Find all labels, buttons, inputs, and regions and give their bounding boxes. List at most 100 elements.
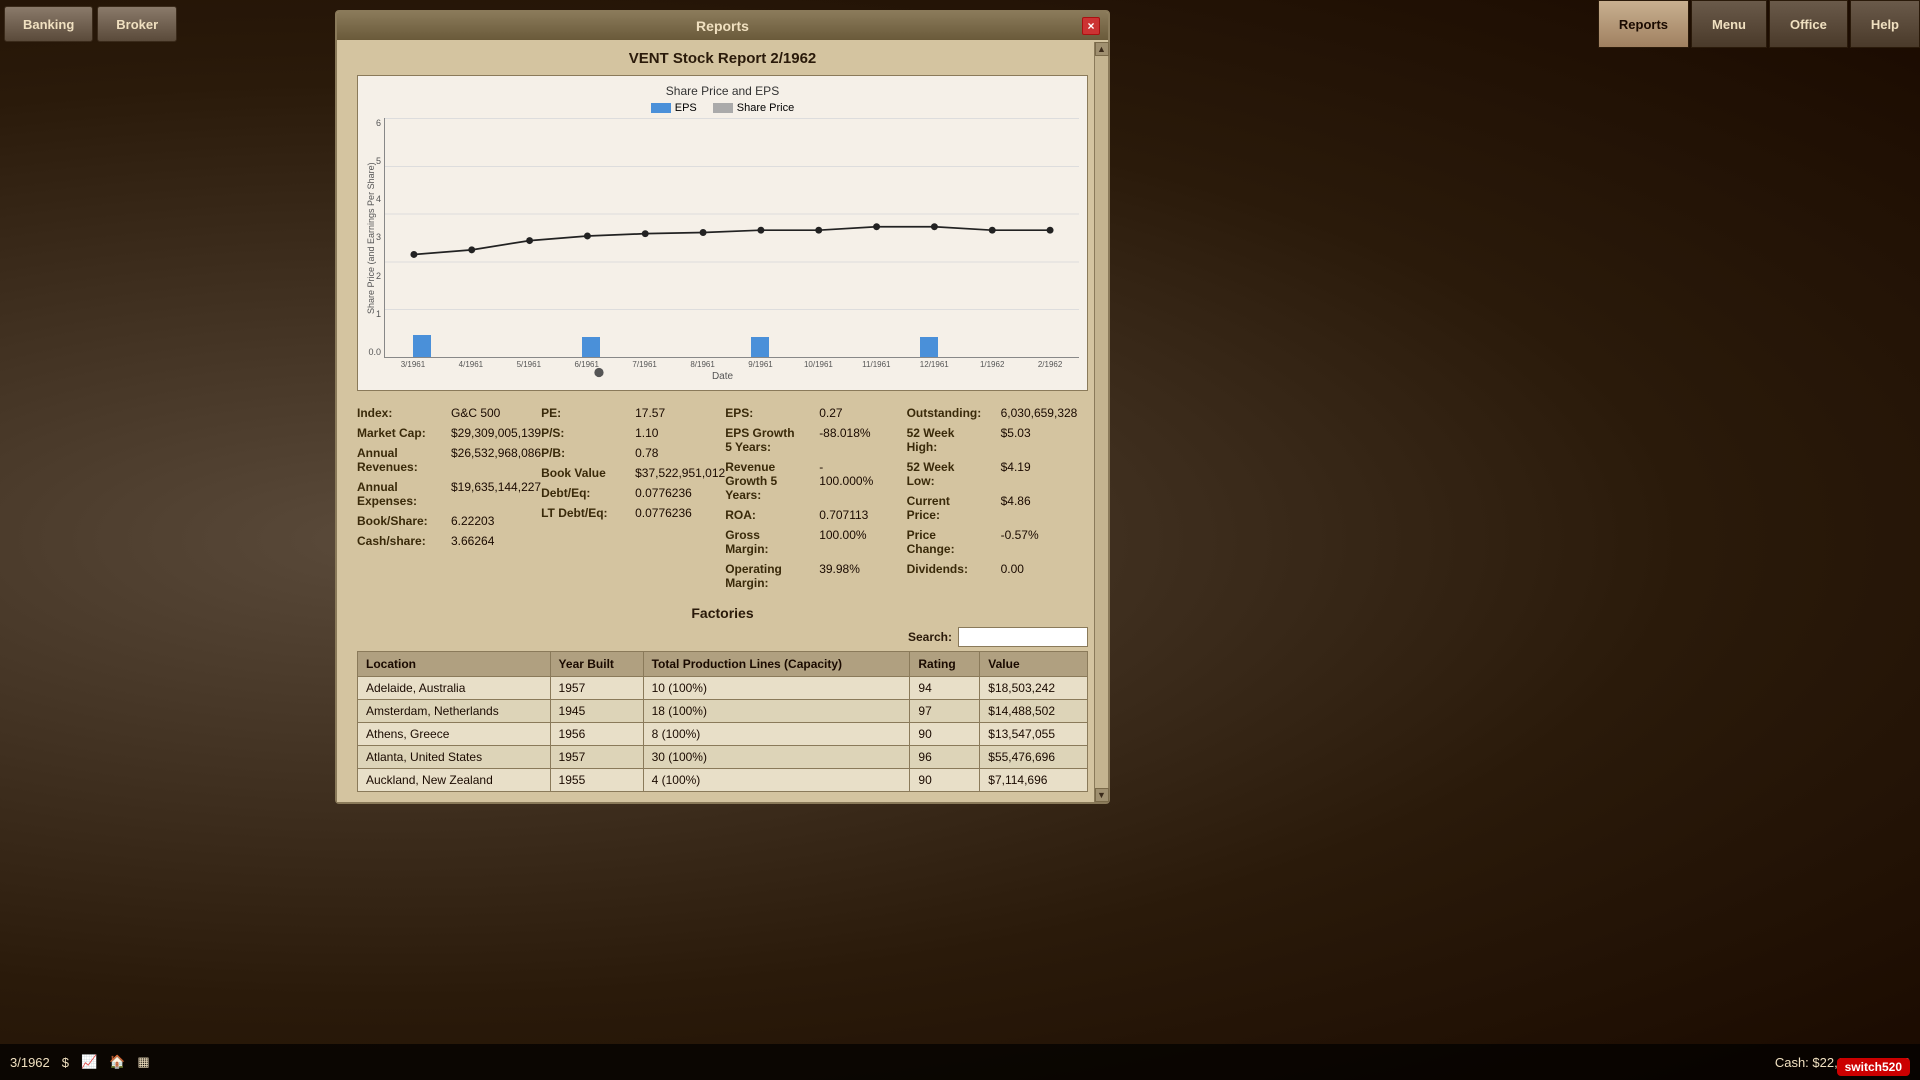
col-lines: Total Production Lines (Capacity) — [643, 652, 910, 677]
scroll-down-arrow[interactable]: ▼ — [1095, 788, 1109, 802]
stat-current-price-value: $4.86 — [1001, 494, 1031, 522]
cell-year: 1957 — [550, 746, 643, 769]
cell-value: $7,114,696 — [980, 769, 1088, 792]
stat-eps-growth-label: EPS Growth5 Years: — [725, 426, 815, 454]
office-top-button[interactable]: Office — [1769, 0, 1848, 48]
stat-eps-value: 0.27 — [819, 406, 842, 420]
stat-pb-value: 0.78 — [635, 446, 658, 460]
search-row: Search: — [357, 627, 1088, 647]
y-label-4: 4 — [357, 194, 381, 204]
chart-title: Share Price and EPS — [366, 84, 1079, 98]
reports-window: Reports × ▲ ▼ VENT Stock Report 2/1962 S… — [335, 10, 1110, 804]
col-location: Location — [358, 652, 551, 677]
bottom-cash-icon: $ — [62, 1055, 69, 1070]
y-label-0: 0.0 — [357, 347, 381, 357]
search-input[interactable] — [958, 627, 1088, 647]
legend-eps-label: EPS — [675, 102, 697, 114]
factories-section-title: Factories — [357, 605, 1088, 621]
cell-lines: 10 (100%) — [643, 677, 910, 700]
cell-rating: 96 — [910, 746, 980, 769]
cell-location: Athens, Greece — [358, 723, 551, 746]
y-axis: 0.0 1 2 3 4 5 6 — [357, 118, 381, 357]
table-row: Athens, Greece 1956 8 (100%) 90 $13,547,… — [358, 723, 1088, 746]
stat-index-label: Index: — [357, 406, 447, 420]
stat-bookvalue-label: Book Value — [541, 466, 631, 480]
stat-eps: EPS: 0.27 — [725, 403, 906, 423]
bottom-date: 3/1962 — [10, 1055, 50, 1070]
stat-outstanding-label: Outstanding: — [907, 406, 997, 420]
stat-dividends-label: Dividends: — [907, 562, 997, 576]
stat-52-low-value: $4.19 — [1001, 460, 1031, 488]
dot-9 — [873, 223, 880, 230]
factory-table: Location Year Built Total Production Lin… — [357, 651, 1088, 792]
price-line — [414, 227, 1050, 255]
stat-pe-value: 17.57 — [635, 406, 665, 420]
cell-year: 1945 — [550, 700, 643, 723]
chart-inner: 0.0 1 2 3 4 5 6 — [384, 118, 1079, 358]
help-top-button[interactable]: Help — [1850, 0, 1920, 48]
line-chart-svg — [385, 118, 1079, 396]
stat-52-low-label: 52 WeekLow: — [907, 460, 997, 488]
y-label-1: 1 — [357, 309, 381, 319]
cursor-dot — [594, 368, 603, 377]
stat-expenses-label: AnnualExpenses: — [357, 480, 447, 508]
stat-cashshare-value: 3.66264 — [451, 534, 494, 548]
stat-eps-growth: EPS Growth5 Years: -88.018% — [725, 423, 906, 457]
dot-4 — [584, 233, 591, 240]
cell-location: Amsterdam, Netherlands — [358, 700, 551, 723]
cell-value: $13,547,055 — [980, 723, 1088, 746]
stat-ltdebteq: LT Debt/Eq: 0.0776236 — [541, 503, 725, 523]
stat-marketcap-value: $29,309,005,139 — [451, 426, 541, 440]
top-bar-right: Reports Menu Office Help — [1598, 0, 1920, 48]
stat-roa-value: 0.707113 — [819, 508, 868, 522]
cell-rating: 90 — [910, 723, 980, 746]
y-label-2: 2 — [357, 271, 381, 281]
stat-rev-growth: RevenueGrowth 5Years: -100.000% — [725, 457, 906, 505]
y-label-5: 5 — [357, 156, 381, 166]
stat-ps-label: P/S: — [541, 426, 631, 440]
stat-bookvalue-value: $37,522,951,012 — [635, 466, 725, 480]
stat-rev-growth-value: -100.000% — [819, 460, 873, 502]
stat-marketcap: Market Cap: $29,309,005,139 — [357, 423, 541, 443]
cell-location: Adelaide, Australia — [358, 677, 551, 700]
stat-gross-margin-label: GrossMargin: — [725, 528, 815, 556]
menu-top-button[interactable]: Menu — [1691, 0, 1767, 48]
broker-button[interactable]: Broker — [97, 6, 177, 42]
search-label: Search: — [908, 630, 952, 644]
dot-11 — [989, 227, 996, 234]
stat-debteq-value: 0.0776236 — [635, 486, 692, 500]
stat-gross-margin-value: 100.00% — [819, 528, 866, 556]
stat-expenses-value: $19,635,144,227 — [451, 480, 541, 508]
chart-area: Share Price (and Earnings Per Share) 0.0… — [366, 118, 1079, 358]
stats-col-2: PE: 17.57 P/S: 1.10 P/B: 0.78 Book Value… — [541, 403, 725, 593]
cell-year: 1956 — [550, 723, 643, 746]
stat-revenues: AnnualRevenues: $26,532,968,086 — [357, 443, 541, 477]
dot-2 — [468, 246, 475, 253]
stat-eps-label: EPS: — [725, 406, 815, 420]
stat-ltdebteq-label: LT Debt/Eq: — [541, 506, 631, 520]
stat-pb: P/B: 0.78 — [541, 443, 725, 463]
cell-year: 1957 — [550, 677, 643, 700]
stat-op-margin-value: 39.98% — [819, 562, 860, 590]
stat-outstanding: Outstanding: 6,030,659,328 — [907, 403, 1088, 423]
window-content: VENT Stock Report 2/1962 Share Price and… — [337, 40, 1108, 802]
stat-cashshare-label: Cash/share: — [357, 534, 447, 548]
chart-container: Share Price and EPS EPS Share Price Shar… — [357, 75, 1088, 391]
chart-legend: EPS Share Price — [366, 102, 1079, 114]
reports-top-button[interactable]: Reports — [1598, 0, 1689, 48]
cell-lines: 4 (100%) — [643, 769, 910, 792]
scrollbar[interactable]: ▲ ▼ — [1094, 42, 1108, 802]
top-bar: Banking Broker Reports Menu Office Help — [0, 0, 1920, 48]
bottom-bar: 3/1962 $ 📈 🏠 ▦ Cash: $22,088,144,753 swi… — [0, 1044, 1920, 1080]
top-bar-left: Banking Broker — [0, 6, 177, 42]
bottom-home-icon: 🏠 — [109, 1054, 125, 1070]
stat-index-value: G&C 500 — [451, 406, 500, 420]
report-title: VENT Stock Report 2/1962 — [357, 50, 1088, 67]
stats-col-3: EPS: 0.27 EPS Growth5 Years: -88.018% Re… — [725, 403, 906, 593]
legend-price: Share Price — [713, 102, 794, 114]
dot-6 — [700, 229, 707, 236]
cell-value: $18,503,242 — [980, 677, 1088, 700]
banking-button[interactable]: Banking — [4, 6, 93, 42]
stat-ps: P/S: 1.10 — [541, 423, 725, 443]
table-row: Amsterdam, Netherlands 1945 18 (100%) 97… — [358, 700, 1088, 723]
